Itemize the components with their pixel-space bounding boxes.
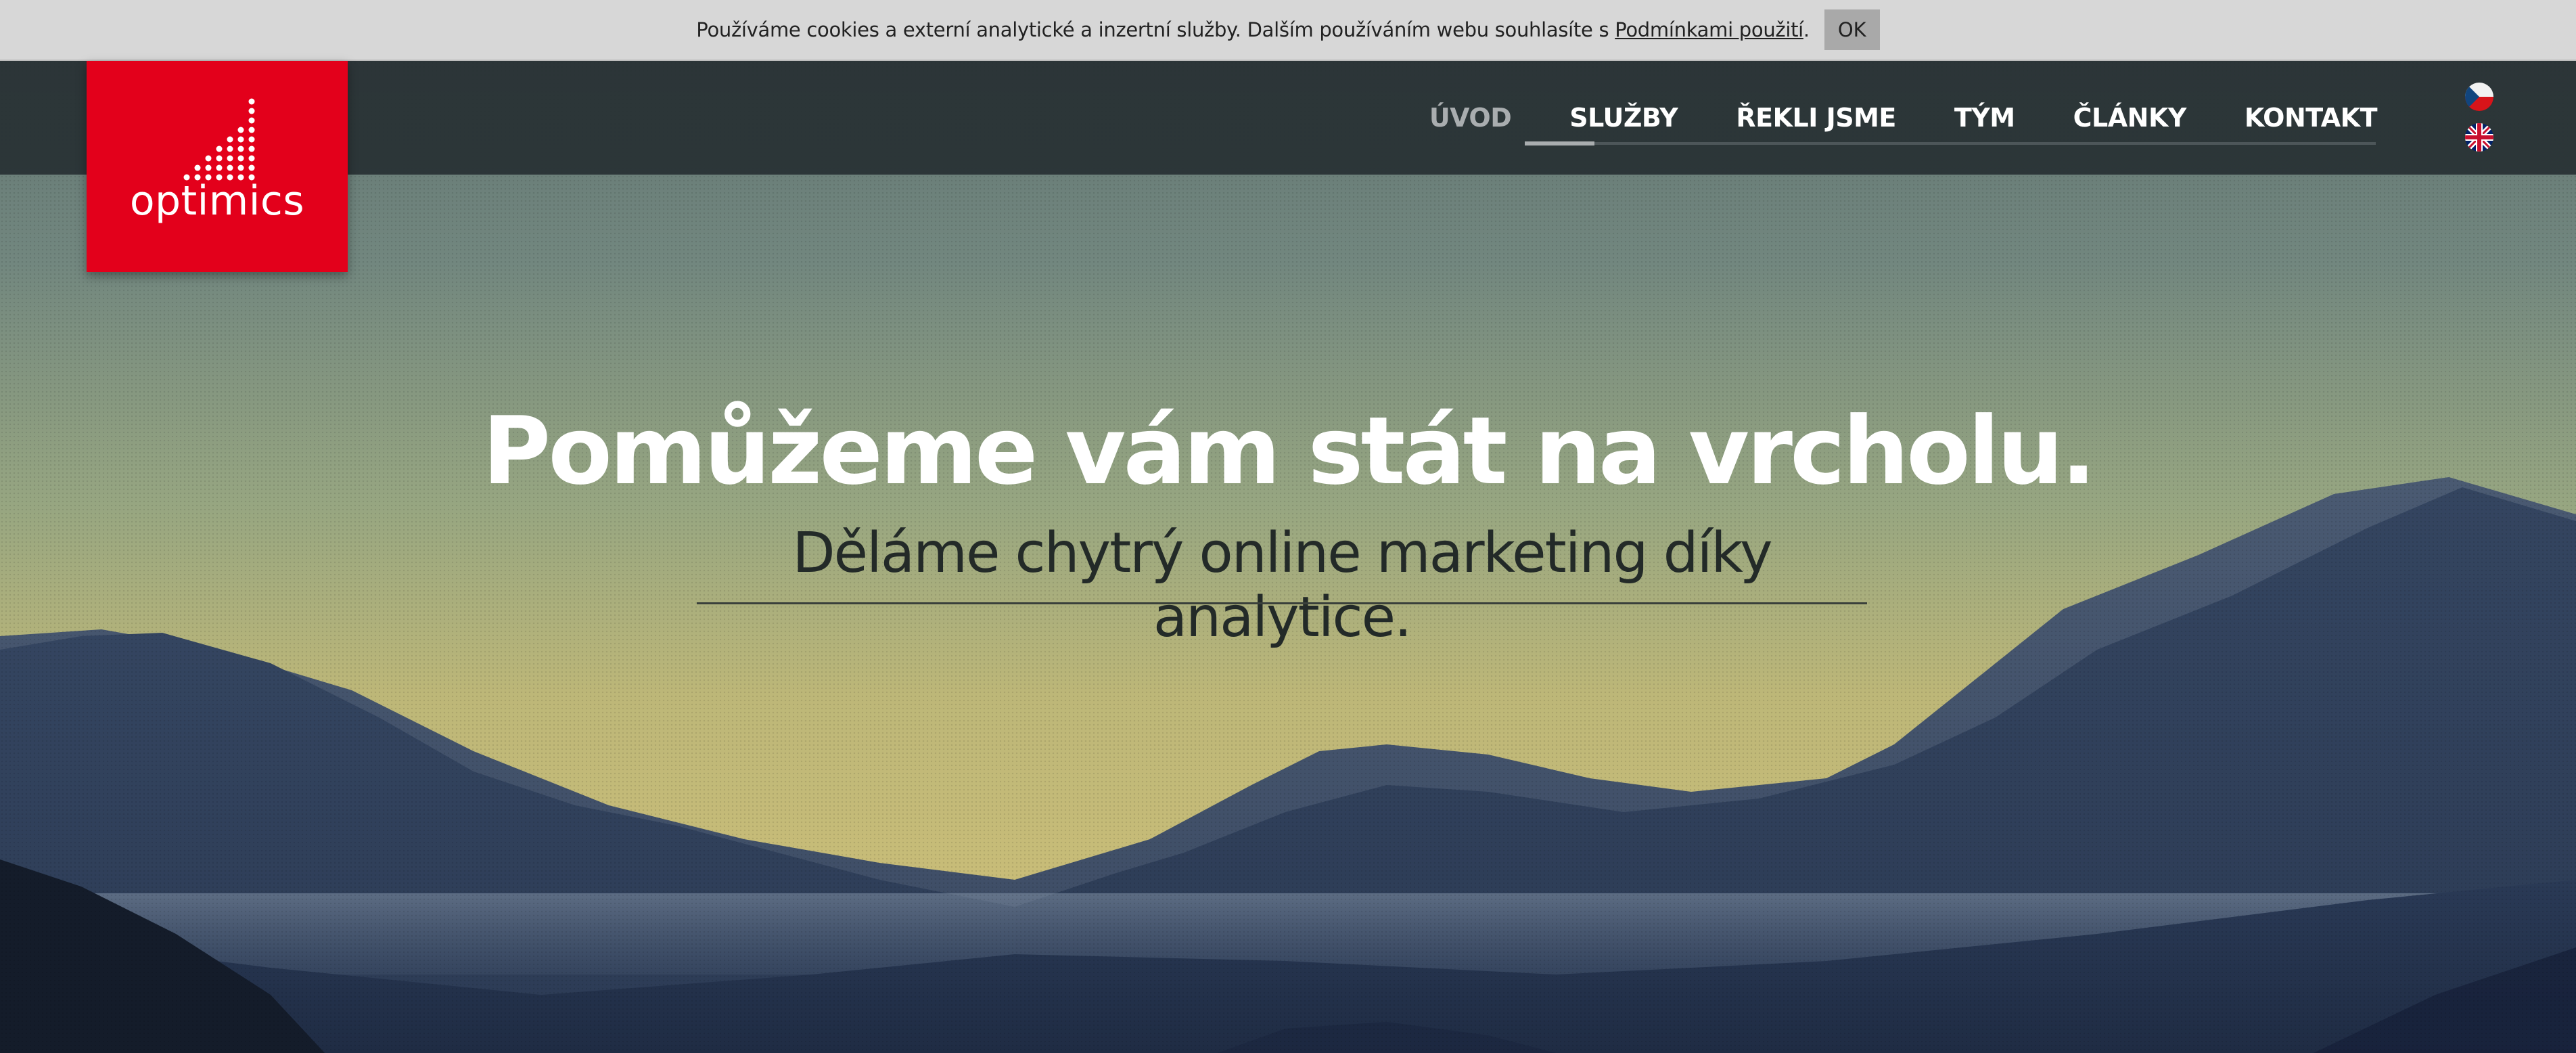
cookie-message-text: Používáme cookies a externí analytické a…	[696, 18, 1615, 41]
terms-link[interactable]: Podmínkami použití	[1615, 18, 1803, 41]
optimics-logo[interactable]: optimics	[87, 61, 348, 272]
cookie-message: Používáme cookies a externí analytické a…	[696, 18, 1810, 41]
cookie-message-suffix: .	[1803, 18, 1810, 41]
hero-subtitle: Děláme chytrý online marketing díky anal…	[792, 521, 1772, 650]
menu-item-uvod[interactable]: ÚVOD	[1429, 103, 1512, 133]
hero-title: Pomůžeme vám stát na vrcholu.	[482, 397, 2096, 506]
cookie-bar: Používáme cookies a externí analytické a…	[0, 0, 2576, 61]
logo-wordmark: optimics	[129, 177, 305, 225]
signal-dots-logo-icon	[183, 98, 255, 181]
page: Používáme cookies a externí analytické a…	[0, 0, 2576, 1053]
menu-item-kontakt[interactable]: KONTAKT	[2245, 103, 2378, 133]
cookie-ok-button[interactable]: OK	[1824, 9, 1880, 50]
main-menu: ÚVOD SLUŽBY ŘEKLI JSME TÝM ČLÁNKY KONTAK…	[1371, 61, 2378, 175]
menu-underline	[1525, 142, 2376, 145]
czech-flag-icon[interactable]	[2465, 83, 2493, 111]
menu-item-rekli-jsme[interactable]: ŘEKLI JSME	[1736, 103, 1896, 133]
hero-subtitle-underline	[697, 602, 1867, 604]
menu-item-clanky[interactable]: ČLÁNKY	[2073, 103, 2187, 133]
menu-active-indicator	[1525, 141, 1594, 145]
menu-item-sluzby[interactable]: SLUŽBY	[1569, 103, 1678, 133]
menu-item-tym[interactable]: TÝM	[1954, 103, 2015, 133]
uk-flag-icon[interactable]	[2465, 123, 2493, 152]
